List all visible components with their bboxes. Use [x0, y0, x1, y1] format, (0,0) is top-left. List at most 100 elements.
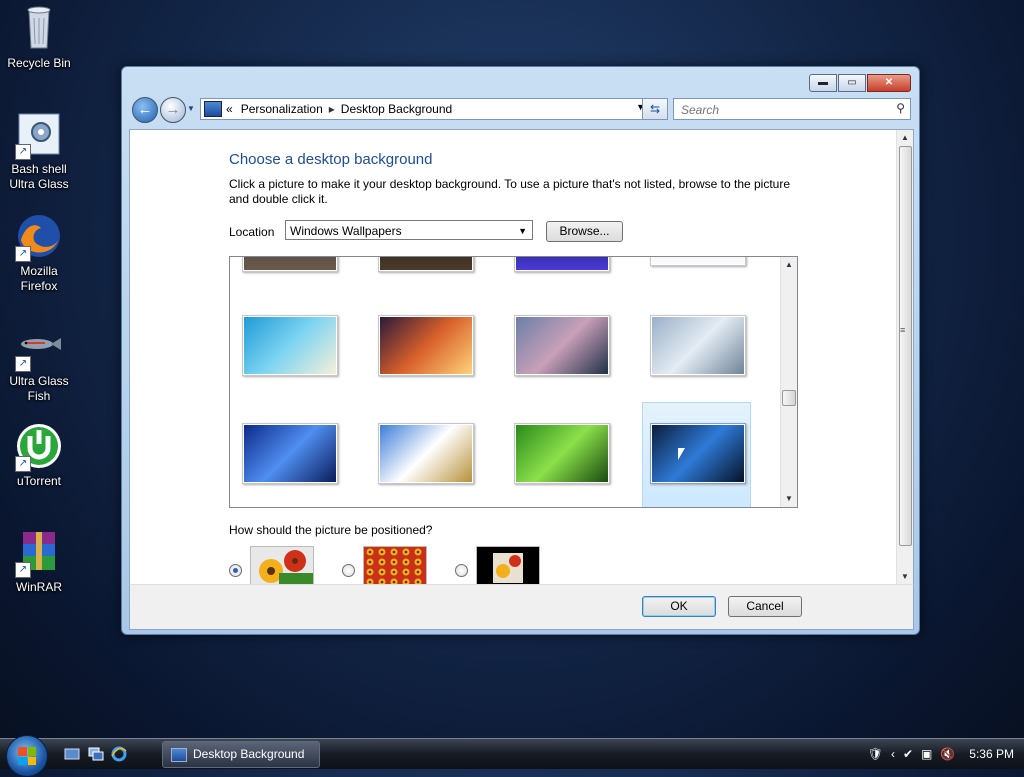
gallery-scrollbar[interactable]: ▲ ▼: [780, 257, 797, 507]
breadcrumb-personalization[interactable]: Personalization: [241, 102, 323, 116]
search-input[interactable]: [679, 102, 883, 118]
start-button[interactable]: [6, 735, 48, 777]
tile-preview-icon: [363, 546, 427, 585]
desktop-icon-label: Ultra Glass Fish: [9, 374, 69, 403]
wallpaper-thumbnail-partial[interactable]: [650, 257, 746, 266]
search-box[interactable]: ⚲: [673, 98, 911, 120]
desktop-icon-label: WinRAR: [15, 580, 62, 594]
radio-tile[interactable]: [342, 564, 355, 577]
safely-remove-hardware-icon[interactable]: ✔: [903, 747, 913, 761]
desktop-icon-recycle-bin[interactable]: Recycle Bin: [4, 4, 74, 71]
wallpaper-thumbnail-windows-10[interactable]: [650, 423, 746, 484]
wallpaper-image: [244, 425, 336, 482]
navigation-bar: ← → ▼ « Personalization ▸ Desktop Backgr…: [130, 97, 911, 123]
fish-icon: ↗: [15, 322, 63, 372]
desktop-icon-bash-shell[interactable]: ↗ Bash shell Ultra Glass: [4, 110, 74, 192]
chevron-down-icon: ▼: [518, 226, 527, 236]
close-button[interactable]: ✕: [867, 74, 911, 92]
content-scrollbar[interactable]: ▲ ≡ ▼: [896, 130, 913, 585]
wallpaper-thumbnail-partial[interactable]: [242, 257, 338, 272]
utorrent-icon: ↗: [15, 422, 63, 472]
fill-preview-icon: [250, 546, 314, 585]
chevron-left-icon[interactable]: ‹: [891, 747, 895, 761]
shortcut-arrow-icon: ↗: [15, 456, 31, 472]
breadcrumb-desktop-background[interactable]: Desktop Background: [341, 102, 452, 116]
location-select[interactable]: Windows Wallpapers ▼: [285, 220, 533, 240]
taskbar-item-desktop-background[interactable]: Desktop Background: [162, 741, 320, 768]
recent-pages-dropdown[interactable]: ▼: [187, 104, 195, 113]
breadcrumb-separator[interactable]: ▸: [329, 102, 335, 116]
search-icon[interactable]: ⚲: [896, 101, 905, 115]
shortcut-arrow-icon: ↗: [15, 246, 31, 262]
scroll-down-arrow-icon[interactable]: ▼: [897, 569, 913, 585]
radio-center[interactable]: [455, 564, 468, 577]
desktop-icon-utorrent[interactable]: ↗ uTorrent: [4, 422, 74, 489]
window-controls: ▬ ▭ ✕: [808, 74, 911, 92]
desktop-icon-label: uTorrent: [16, 474, 62, 488]
network-icon[interactable]: ▣: [921, 747, 932, 761]
desktop-icon-label: Recycle Bin: [7, 56, 71, 70]
scrollbar-thumb[interactable]: [782, 390, 796, 406]
address-bar[interactable]: « Personalization ▸ Desktop Background ▼: [200, 98, 650, 120]
winrar-icon: ↗: [15, 528, 63, 578]
shortcut-arrow-icon: ↗: [15, 144, 31, 160]
wallpaper-thumbnail-partial[interactable]: [514, 257, 610, 272]
wallpaper-image: [652, 317, 744, 374]
gear-icon: ↗: [15, 110, 63, 160]
wallpaper-image: [516, 317, 608, 374]
wallpaper-thumbnail-tropical-beach[interactable]: [242, 315, 338, 376]
scroll-up-arrow-icon[interactable]: ▲: [897, 130, 913, 146]
scroll-up-arrow-icon[interactable]: ▲: [781, 257, 797, 273]
volume-muted-icon[interactable]: 🔇: [940, 747, 955, 761]
clock[interactable]: 5:36 PM: [969, 747, 1014, 761]
browse-button[interactable]: Browse...: [546, 221, 623, 242]
wallpaper-thumbnail-glass-reflection[interactable]: [650, 315, 746, 376]
scrollbar-grip-icon: ≡: [900, 325, 906, 335]
breadcrumb-prefix[interactable]: «: [226, 102, 233, 116]
ok-button[interactable]: OK: [642, 596, 716, 617]
minimize-button[interactable]: ▬: [809, 74, 837, 92]
location-select-value: Windows Wallpapers: [290, 224, 402, 238]
desktop-icon-firefox[interactable]: ↗ Mozilla Firefox: [4, 212, 74, 294]
show-desktop-icon[interactable]: [64, 746, 80, 762]
scrollbar-thumb[interactable]: [899, 146, 912, 546]
position-label: How should the picture be positioned?: [229, 523, 433, 537]
desktop-icon-label: Bash shell Ultra Glass: [9, 162, 69, 191]
scroll-down-arrow-icon[interactable]: ▼: [781, 491, 797, 507]
center-preview-icon: [476, 546, 540, 585]
wallpaper-image: [380, 317, 472, 374]
wallpaper-thumbnail-grass-sunset[interactable]: [378, 315, 474, 376]
wallpaper-image: [652, 425, 744, 482]
taskbar: Desktop Background 🛡 ‹ ✔ ▣ 🔇 5:36 PM: [0, 735, 1024, 777]
forward-button[interactable]: →: [160, 97, 186, 123]
wallpaper-image: [516, 425, 608, 482]
control-panel-icon: [171, 747, 187, 762]
radio-fill[interactable]: [229, 564, 242, 577]
wallpaper-image: [380, 425, 472, 482]
recycle-bin-icon: [15, 4, 63, 52]
wallpaper-thumbnail-green-leaf[interactable]: [514, 423, 610, 484]
refresh-button[interactable]: ⇆: [642, 98, 668, 120]
desktop-icon-ultra-glass-fish[interactable]: ↗ Ultra Glass Fish: [4, 322, 74, 404]
internet-explorer-icon[interactable]: [111, 746, 127, 762]
dialog-footer: OK Cancel: [129, 584, 914, 630]
wallpaper-thumbnail-wheat-field[interactable]: [378, 423, 474, 484]
location-label: Location: [229, 225, 275, 239]
wallpaper-image: [244, 317, 336, 374]
desktop-background-window: ▬ ▭ ✕ ← → ▼ « Personalization ▸ Desktop …: [121, 66, 920, 635]
wallpaper-thumbnail-blue-swoosh[interactable]: [242, 423, 338, 484]
wallpaper-thumbnail-mountain-valley[interactable]: [514, 315, 610, 376]
wallpaper-thumbnail-partial[interactable]: [378, 257, 474, 272]
page-title: Choose a desktop background: [229, 151, 433, 168]
cancel-button[interactable]: Cancel: [728, 596, 802, 617]
shortcut-arrow-icon: ↗: [15, 356, 31, 372]
switch-windows-icon[interactable]: [88, 746, 104, 762]
back-button[interactable]: ←: [132, 97, 158, 123]
security-shield-icon[interactable]: 🛡: [868, 747, 883, 761]
desktop-icon-label: Mozilla Firefox: [20, 264, 58, 293]
maximize-button[interactable]: ▭: [838, 74, 866, 92]
desktop-icon-winrar[interactable]: ↗ WinRAR: [4, 528, 74, 595]
windows-flag-icon: [18, 747, 36, 765]
wallpaper-gallery[interactable]: ▲ ▼: [229, 256, 798, 508]
taskbar-item-label: Desktop Background: [193, 747, 305, 761]
